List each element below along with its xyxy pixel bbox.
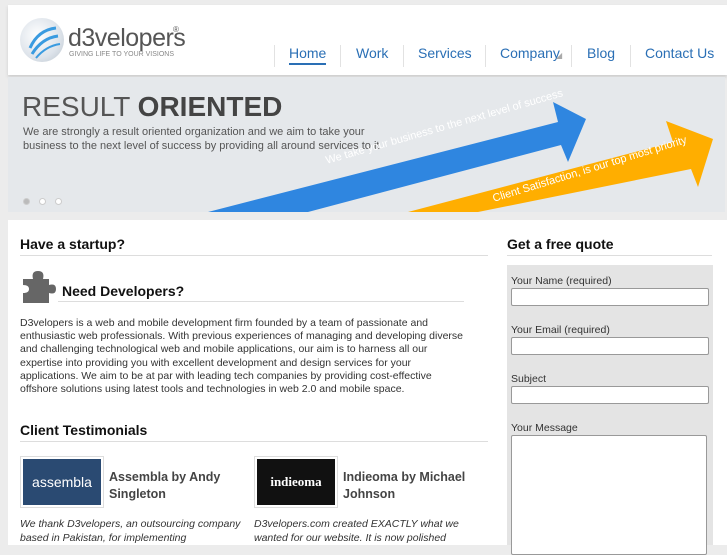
email-input[interactable]: [511, 337, 709, 355]
message-textarea[interactable]: [511, 435, 707, 555]
assembla-logo-image: assembla: [23, 459, 101, 505]
divider: [20, 441, 488, 442]
testimonial-quote: We thank D3velopers, an outsourcing comp…: [20, 518, 241, 544]
hero-banner: RESULT ORIENTED We are strongly a result…: [8, 77, 725, 212]
dropdown-arrow-icon: ◢: [556, 51, 563, 60]
testimonial-name: Indieoma by Michael Johnson: [343, 470, 466, 501]
name-label: Your Name (required): [511, 275, 612, 287]
slider-dot[interactable]: [39, 198, 46, 205]
startup-heading: Have a startup?: [20, 236, 126, 252]
nav-work[interactable]: Work: [356, 45, 388, 65]
nav-services[interactable]: Services: [418, 45, 472, 65]
nav-contact[interactable]: Contact Us: [645, 45, 714, 65]
divider: [20, 255, 488, 256]
indieoma-logo[interactable]: indieoma: [254, 456, 338, 508]
testimonial-name: Assembla by Andy Singleton: [109, 470, 221, 501]
nav-divider: [274, 45, 275, 67]
nav-divider: [403, 45, 404, 67]
testimonials-heading: Client Testimonials: [20, 422, 148, 438]
name-input[interactable]: [511, 288, 709, 306]
assembla-logo[interactable]: assembla: [20, 456, 104, 508]
site-header: d3velopers ® GIVING LIFE TO YOUR VISIONS…: [8, 5, 727, 75]
quote-heading: Get a free quote: [507, 236, 614, 252]
puzzle-icon: [23, 271, 56, 303]
nav-divider: [340, 45, 341, 67]
logo-text[interactable]: d3velopers: [68, 24, 186, 53]
nav-blog[interactable]: Blog: [587, 45, 615, 65]
subject-label: Subject: [511, 373, 547, 385]
logo-registered: ®: [173, 25, 179, 34]
logo-tagline: GIVING LIFE TO YOUR VISIONS: [69, 51, 175, 58]
nav-home[interactable]: Home: [289, 45, 327, 65]
subject-input[interactable]: [511, 386, 709, 404]
message-label: Your Message: [511, 422, 578, 434]
divider: [58, 301, 464, 302]
nav-company[interactable]: Company: [500, 45, 560, 65]
about-text: D3velopers is a web and mobile developme…: [20, 317, 464, 396]
nav-divider: [571, 45, 572, 67]
quote-form: Your Name (required) Your Email (require…: [507, 265, 713, 555]
divider: [507, 255, 712, 256]
slider-dot[interactable]: [55, 198, 62, 205]
subheading: Need Developers?: [62, 283, 185, 299]
slider-dot-active[interactable]: [23, 198, 30, 205]
nav-divider: [485, 45, 486, 67]
email-label: Your Email (required): [511, 324, 610, 336]
indieoma-logo-image: indieoma: [257, 459, 335, 505]
nav-divider: [630, 45, 631, 67]
testimonial-quote: D3velopers.com created EXACTLY what we w…: [254, 518, 459, 544]
logo-globe-icon[interactable]: [20, 18, 64, 62]
